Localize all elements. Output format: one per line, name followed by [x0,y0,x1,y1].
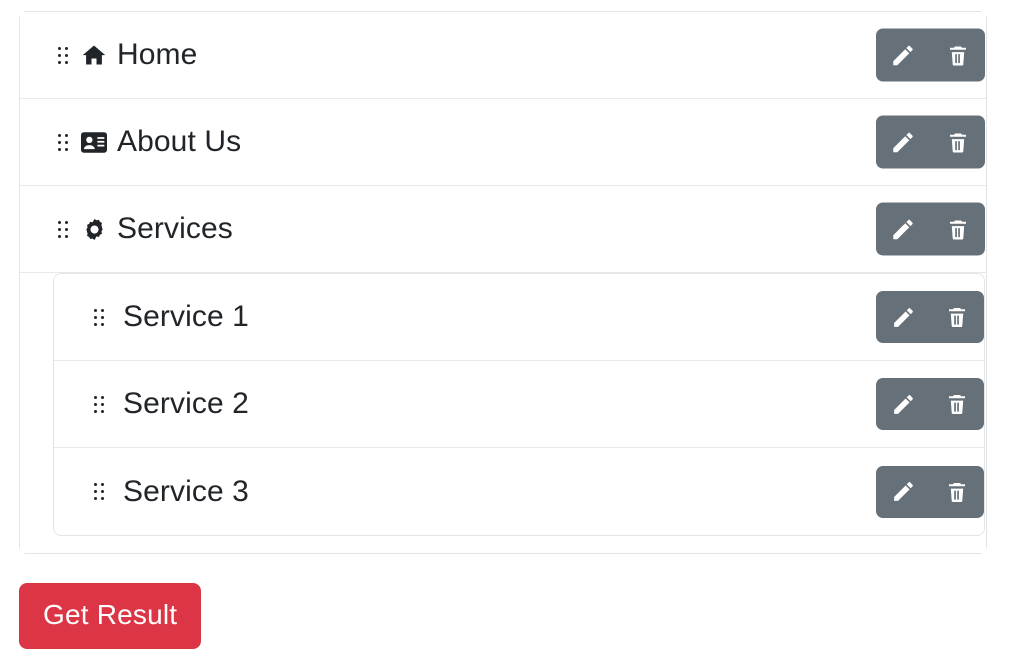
submenu-item-service-3[interactable]: Service 3 [54,448,984,535]
submenu-item-actions [876,291,984,343]
menu-item-about-us-body: About Us [58,127,986,157]
home-icon [81,42,107,68]
drag-handle-icon[interactable] [58,46,68,64]
delete-button[interactable] [930,378,984,430]
menu-item-home-body: Home [58,40,986,70]
submenu-item-actions [876,465,984,518]
drag-handle-icon[interactable] [58,220,68,238]
delete-button[interactable] [930,291,984,343]
page-root: Home About Us Services Service 1 Service… [0,0,1011,669]
delete-button[interactable] [931,29,986,82]
edit-button[interactable] [876,291,930,343]
menu-item-services-body: Services [58,214,986,244]
menu-item-label: Home [117,38,198,71]
submenu-item-service-1[interactable]: Service 1 [54,274,984,361]
menu-item-about-us[interactable]: About Us [20,99,986,186]
menu-item-actions [876,115,986,169]
delete-button[interactable] [931,203,986,256]
menu-item-actions [876,28,986,82]
menu-item-label: About Us [117,125,242,158]
submenu-card: Service 1 Service 2 Service 3 [53,273,985,536]
drag-handle-icon[interactable] [58,133,68,151]
menu-item-services[interactable]: Services [20,186,986,273]
id-card-icon [81,129,107,155]
menu-builder-card: Home About Us Services Service 1 Service… [19,11,987,554]
submenu-item-label: Service 2 [123,387,249,420]
submenu-item-service-2[interactable]: Service 2 [54,361,984,448]
drag-handle-icon[interactable] [94,395,104,413]
get-result-button[interactable]: Get Result [19,583,202,649]
edit-button[interactable] [876,29,931,82]
menu-item-actions [876,202,986,256]
edit-button[interactable] [876,116,931,169]
submenu-item-actions [876,378,984,430]
drag-handle-icon[interactable] [94,483,104,500]
menu-item-label: Services [117,212,233,245]
submenu-item-label: Service 3 [123,474,249,508]
gear-icon [81,216,107,242]
edit-button[interactable] [876,466,930,518]
footer-actions: Get Result [19,583,202,649]
submenu-wrapper: Service 1 Service 2 Service 3 [20,273,986,553]
delete-button[interactable] [931,116,986,169]
edit-button[interactable] [876,203,931,256]
drag-handle-icon[interactable] [94,308,104,326]
delete-button[interactable] [930,466,984,518]
submenu-item-label: Service 1 [123,300,249,333]
menu-item-home[interactable]: Home [20,12,986,99]
edit-button[interactable] [876,378,930,430]
